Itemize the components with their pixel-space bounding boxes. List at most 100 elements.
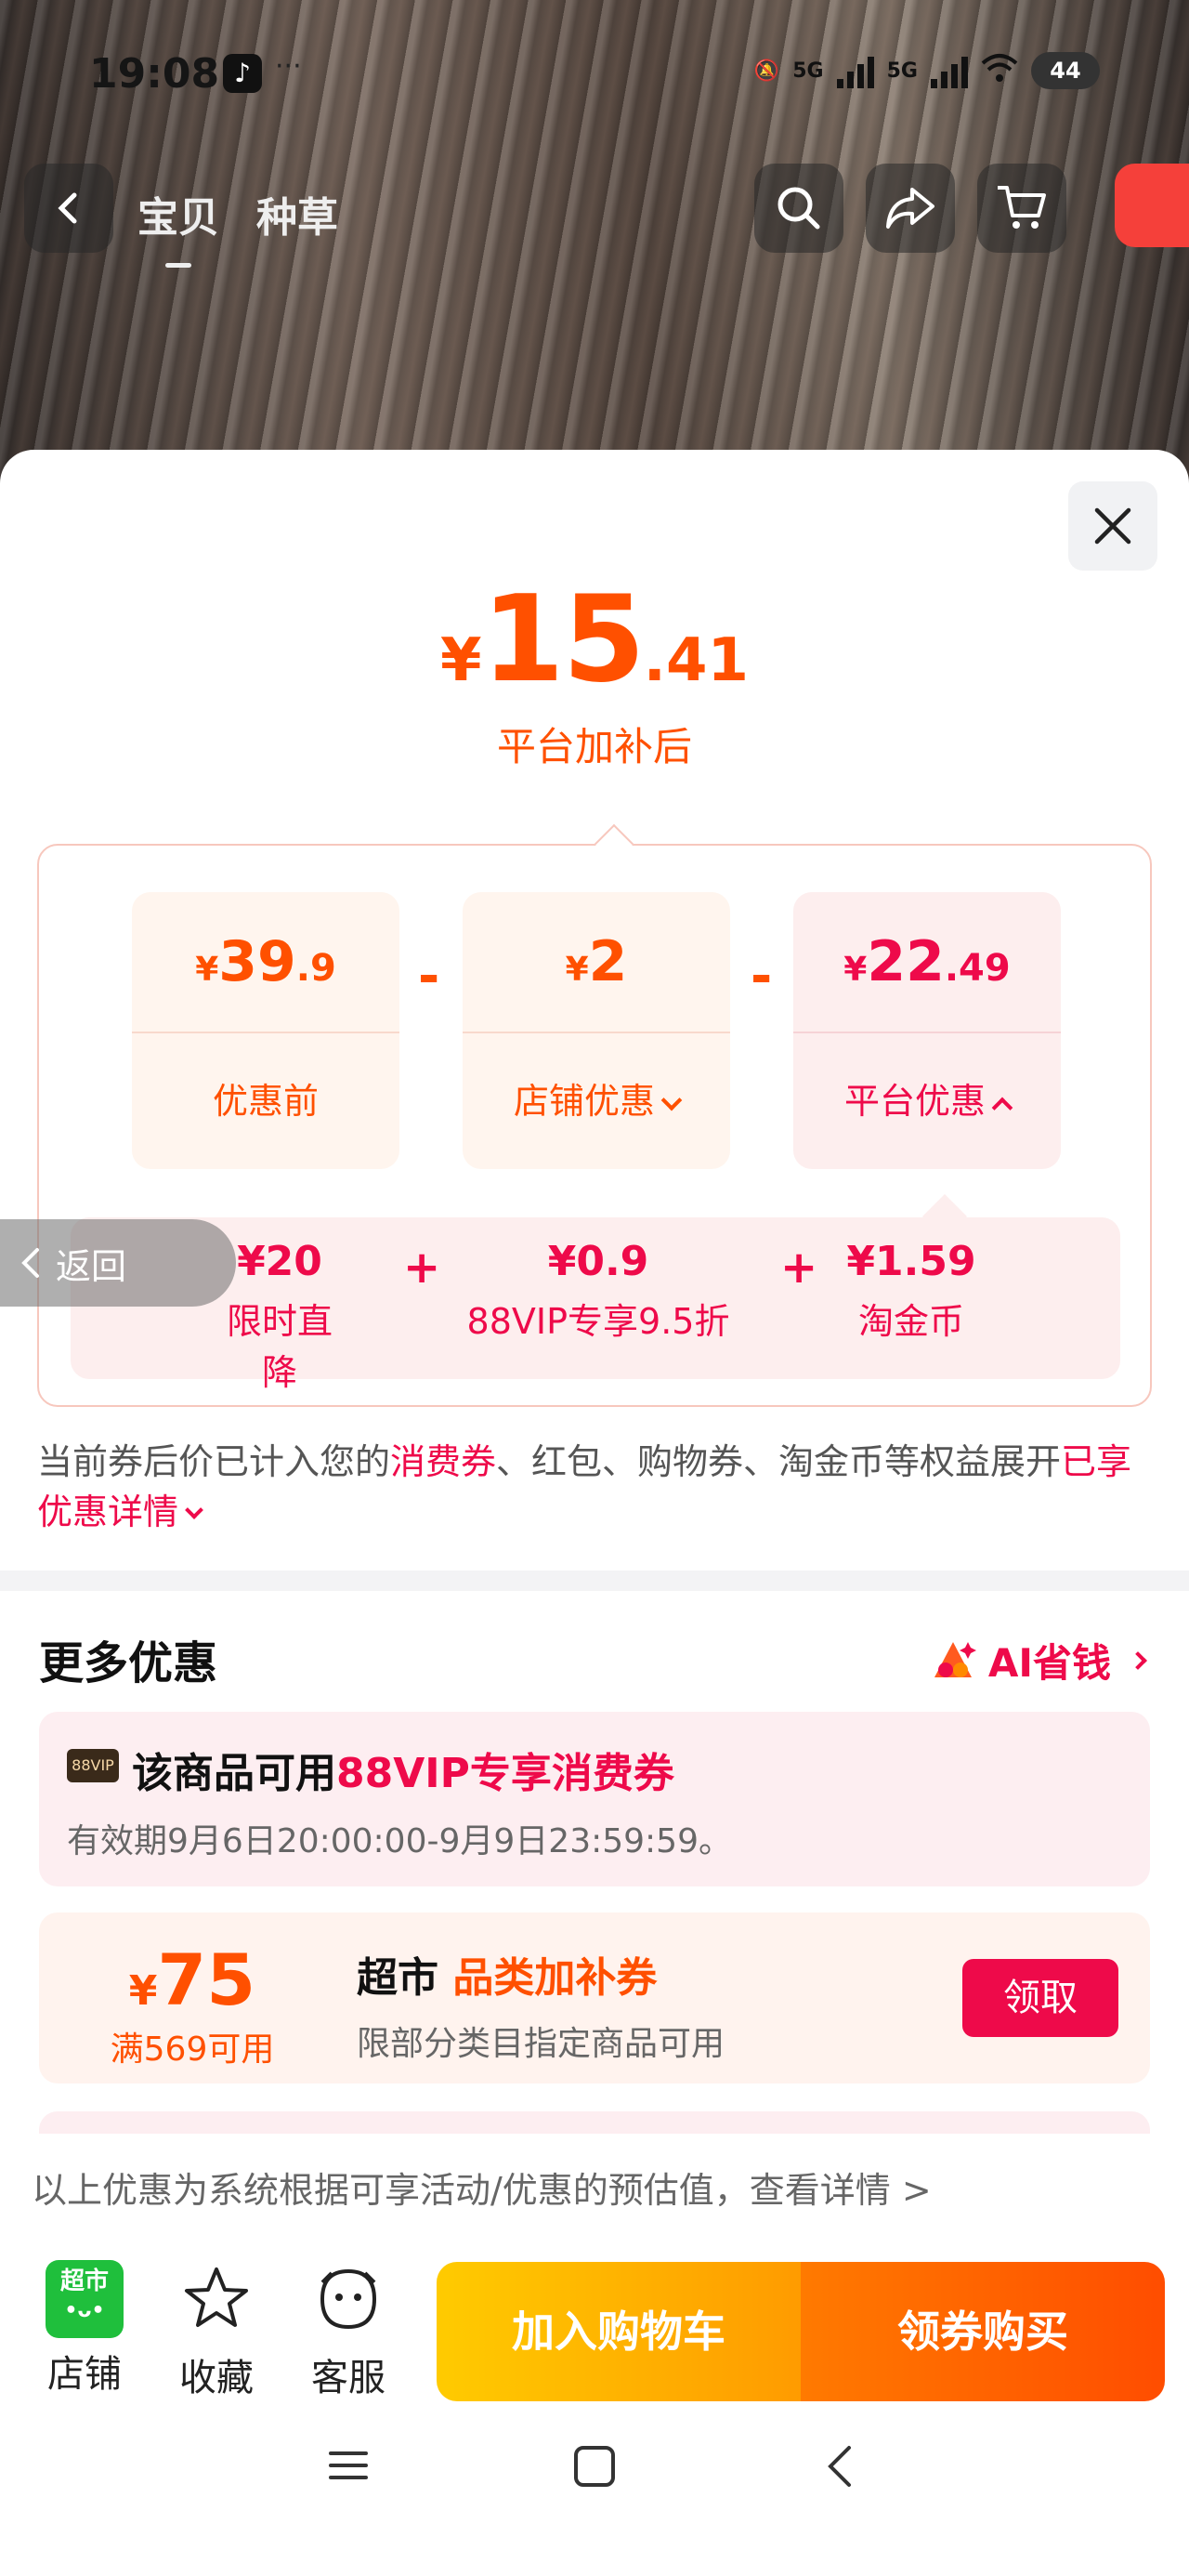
floating-back-button[interactable]: 返回 [0, 1219, 236, 1307]
customer-service-icon [320, 2268, 377, 2330]
chevron-up-icon [991, 1097, 1013, 1119]
battery-indicator: 44 [1031, 52, 1100, 89]
ai-logo-icon [934, 1641, 976, 1677]
more-offers-title: 更多优惠 [39, 1637, 218, 1689]
claim-coupon-button[interactable]: 领取 [962, 1959, 1118, 2037]
status-bar: 19:08 ♪ ··· 🔕 5G 5G 44 [0, 45, 1189, 100]
network-label-2: 5G [886, 59, 918, 83]
platform-discount-symbol: ¥ [843, 951, 868, 989]
vip-tag: 88VIP [67, 1749, 119, 1782]
floating-back-label: 返回 [56, 1245, 127, 1287]
coupon-title-prefix: 超市 [357, 1954, 453, 2002]
note-middle: 、红包、购物券、淘金币等权益展开 [496, 1441, 1062, 1482]
home-icon[interactable] [570, 2442, 619, 2491]
ai-save-link[interactable]: AI省钱 [929, 1632, 1147, 1689]
customer-service-label: 客服 [311, 2357, 385, 2399]
cart-button[interactable] [977, 164, 1066, 253]
category-coupon-card: ¥75 满569可用 超市 品类加补券 限部分类目指定商品可用 领取 [39, 1912, 1150, 2083]
star-icon [185, 2267, 248, 2327]
discount-detail-sheet: ¥15.41 平台加补后 ¥39.9 优惠前 - ¥2 店铺优惠 - ¥22.4… [0, 450, 1189, 2576]
coupon-description: 限部分类目指定商品可用 [357, 2025, 725, 2063]
original-price-symbol: ¥ [195, 951, 219, 989]
platform-item-label: 淘金币 [857, 1301, 964, 1342]
platform-discount-decimal: .49 [944, 947, 1011, 990]
bottom-action-bar: 超市 •ᴗ• 店铺 收藏 客服 加入购物车 领券购买 [0, 2234, 1189, 2411]
note-prefix: 当前券后价已计入您的 [37, 1441, 391, 1482]
coupon-condition: 满569可用 [110, 2031, 275, 2069]
close-icon [1094, 507, 1131, 545]
add-to-cart-button[interactable]: 加入购物车 [437, 2262, 801, 2401]
final-price-label: 平台加补后 [496, 724, 692, 769]
signal-icon [836, 53, 874, 88]
original-price-integer: 39 [218, 929, 296, 994]
favorite-button[interactable]: 收藏 [165, 2260, 268, 2401]
shop-button[interactable]: 超市 •ᴗ• 店铺 [33, 2260, 136, 2398]
chat-bubble-icon[interactable] [1115, 164, 1189, 247]
system-navigation-bar [0, 2414, 1189, 2544]
coupon-symbol: ¥ [128, 1967, 158, 2015]
buy-with-coupon-button[interactable]: 领券购买 [801, 2262, 1165, 2401]
next-coupon-peek [39, 2111, 1150, 2134]
shop-discount-integer: 2 [588, 929, 628, 994]
shop-discount-label: 店铺优惠 [513, 1081, 655, 1122]
search-button[interactable] [754, 164, 843, 253]
back-button[interactable] [24, 164, 113, 253]
final-price: ¥15.41 [0, 571, 1189, 709]
platform-item-label: 限时直降 [226, 1301, 333, 1393]
final-price-integer: 15 [481, 571, 646, 709]
share-icon [886, 188, 934, 229]
close-button[interactable] [1068, 481, 1157, 571]
platform-item-88vip: ¥0.9 88VIP专享9.5折 [459, 1238, 738, 1344]
note-highlight: 消费券 [390, 1441, 497, 1482]
coupon-amount: ¥75 [39, 1939, 346, 2021]
shop-icon-text: 超市 [59, 2267, 109, 2295]
coupon-amount-value: 75 [157, 1939, 256, 2021]
tab-grass[interactable]: 种草 [256, 184, 338, 243]
original-price-decimal: .9 [295, 947, 336, 990]
wifi-icon [981, 52, 1018, 89]
plus-sign-2: + [780, 1242, 818, 1294]
chevron-right-icon [1129, 1650, 1147, 1670]
breakdown-pointer [594, 823, 634, 864]
shop-icon: 超市 •ᴗ• [46, 2260, 124, 2338]
search-icon [777, 187, 820, 230]
vip-coupon-title: 该商品可用88VIP专享消费券 [132, 1740, 674, 1799]
share-button[interactable] [866, 164, 955, 253]
vip-title-prefix: 该商品可用 [132, 1750, 336, 1797]
platform-discount-card[interactable]: ¥22.49 平台优惠 [793, 892, 1061, 1169]
ai-save-label: AI省钱 [987, 1640, 1111, 1686]
price-note: 当前券后价已计入您的消费券、红包、购物券、淘金币等权益展开已享优惠详情 [37, 1437, 1152, 1537]
network-label-1: 5G [792, 59, 824, 83]
status-indicators: 🔕 5G 5G 44 [754, 52, 1100, 89]
coupon-title: 超市 品类加补券 [357, 1944, 657, 2004]
section-divider [0, 1571, 1189, 1591]
shop-label: 店铺 [47, 2353, 122, 2396]
status-more-dots: ··· [275, 50, 302, 83]
platform-item-value: ¥0.9 [547, 1238, 649, 1285]
original-price-label: 优惠前 [212, 1081, 319, 1122]
cart-icon [998, 186, 1046, 229]
tab-item[interactable]: 宝贝 [137, 184, 219, 268]
platform-item-value: ¥1.59 [846, 1238, 976, 1285]
status-time: 19:08 [89, 50, 220, 98]
chevron-down-icon [660, 1089, 683, 1111]
plus-sign: + [403, 1242, 441, 1294]
menu-icon[interactable] [325, 2442, 372, 2489]
tiktok-icon: ♪ [223, 54, 262, 93]
disclaimer-link[interactable]: 以上优惠为系统根据可享活动/优惠的预估值，查看详情 > [32, 2162, 932, 2213]
vip-title-highlight: 88VIP专享消费券 [336, 1750, 674, 1797]
platform-item-coins: ¥1.59 淘金币 [832, 1238, 990, 1344]
minus-sign: - [418, 946, 440, 1006]
signal-icon-2 [931, 53, 968, 88]
coupon-title-highlight: 品类加补券 [452, 1954, 658, 2002]
platform-item-label: 88VIP专享9.5折 [466, 1301, 730, 1342]
final-price-decimal: .41 [643, 626, 750, 695]
vip-coupon-card[interactable]: 88VIP 该商品可用88VIP专享消费券 有效期9月6日20:00:00-9月… [39, 1712, 1150, 1886]
back-nav-icon[interactable] [817, 2442, 864, 2491]
mute-icon: 🔕 [753, 59, 780, 83]
top-nav: 宝贝 种草 [0, 164, 1189, 268]
final-price-symbol: ¥ [439, 626, 482, 695]
vip-coupon-validity: 有效期9月6日20:00:00-9月9日23:59:59。 [67, 1822, 732, 1860]
customer-service-button[interactable]: 客服 [297, 2260, 399, 2401]
shop-discount-card[interactable]: ¥2 店铺优惠 [463, 892, 730, 1169]
